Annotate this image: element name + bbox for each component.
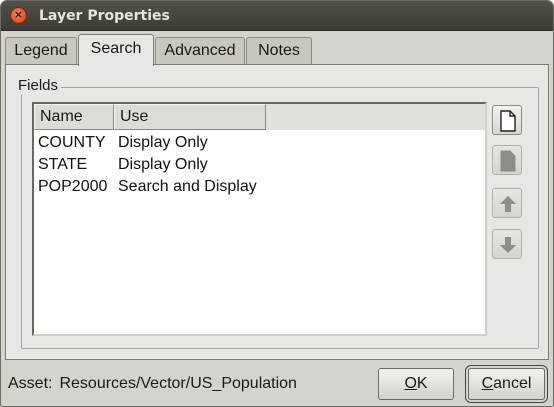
field-name: STATE (38, 156, 88, 173)
window-title: Layer Properties (39, 8, 170, 24)
title-bar[interactable]: × Layer Properties (1, 1, 553, 31)
add-field-button[interactable] (492, 105, 522, 135)
asset-label: Asset: (8, 375, 53, 392)
tab-notes[interactable]: Notes (246, 37, 312, 65)
field-name: COUNTY (38, 134, 106, 151)
column-header-use[interactable]: Use (114, 104, 266, 130)
column-header-name[interactable]: Name (34, 104, 114, 130)
new-document-icon (500, 110, 516, 132)
field-use: Search and Display (118, 178, 257, 195)
document-icon (500, 150, 516, 172)
ok-mnemonic: O (404, 375, 417, 392)
field-use: Display Only (118, 156, 208, 173)
ok-label: K (416, 375, 428, 392)
table-row[interactable]: STATE Display Only (34, 154, 485, 176)
table-row[interactable]: POP2000 Search and Display (34, 176, 485, 198)
tab-legend[interactable]: Legend (5, 37, 77, 65)
tab-advanced[interactable]: Advanced (155, 37, 245, 65)
field-use: Display Only (118, 134, 208, 151)
asset-path: Resources/Vector/US_Population (59, 375, 297, 392)
move-up-button[interactable] (492, 188, 522, 218)
cancel-button[interactable]: Cancel (468, 368, 545, 400)
asset-info: Asset: Resources/Vector/US_Population (8, 374, 297, 394)
table-row[interactable]: COUNTY Display Only (34, 132, 485, 154)
cancel-mnemonic: C (481, 375, 494, 392)
fields-list[interactable]: Name Use COUNTY Display Only STATE Displ… (32, 102, 487, 336)
layer-properties-dialog: × Layer Properties Legend Search Advance… (0, 0, 554, 407)
arrow-up-icon (500, 196, 516, 212)
ok-button[interactable]: OK (378, 368, 454, 400)
field-name: POP2000 (38, 178, 108, 195)
cancel-label: ancel (493, 375, 532, 392)
tab-search[interactable]: Search (78, 34, 154, 66)
search-tab-page: Fields Name Use COUNTY Display Only STAT… (5, 64, 549, 360)
move-down-button[interactable] (492, 229, 522, 259)
fields-group-label: Fields (15, 77, 62, 95)
arrow-down-icon (500, 237, 516, 253)
list-header: Name Use (34, 104, 485, 130)
list-rows: COUNTY Display Only STATE Display Only P… (34, 132, 485, 198)
close-icon[interactable]: × (10, 7, 27, 24)
edit-field-button[interactable] (492, 145, 522, 175)
